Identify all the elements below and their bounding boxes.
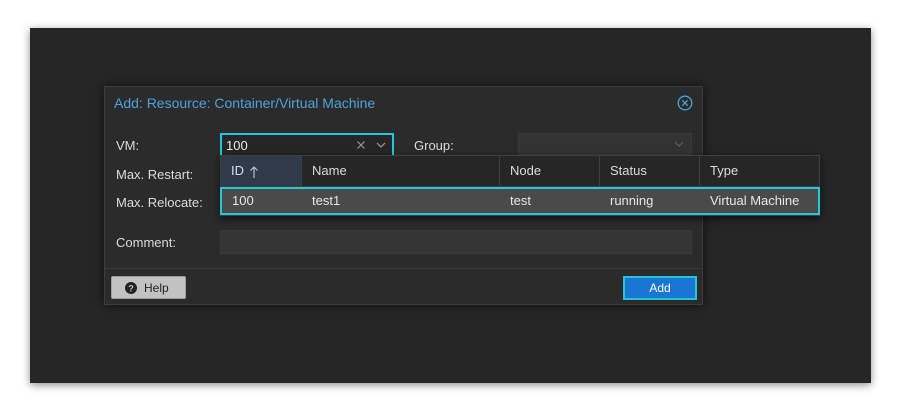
clear-icon[interactable] [354, 138, 368, 152]
footer-divider [105, 268, 702, 269]
group-label: Group: [414, 138, 454, 153]
column-header-status[interactable]: Status [600, 156, 700, 186]
column-header-id[interactable]: ID [221, 156, 302, 186]
vm-input[interactable] [226, 136, 346, 154]
help-button[interactable]: ? Help [111, 276, 186, 299]
vm-combobox[interactable] [220, 133, 394, 157]
vm-picker-grid: ID Name Node Status Type 100 test1 test … [220, 155, 820, 216]
vm-label: VM: [116, 138, 140, 153]
help-label: Help [144, 281, 169, 295]
comment-label: Comment: [116, 235, 176, 250]
svg-text:?: ? [128, 283, 134, 293]
sort-ascending-icon [250, 165, 258, 178]
max-restart-label: Max. Restart: [116, 167, 194, 182]
close-icon[interactable] [677, 95, 693, 111]
grid-header: ID Name Node Status Type [221, 156, 819, 187]
comment-input[interactable] [220, 230, 692, 254]
column-header-type[interactable]: Type [700, 156, 819, 186]
cell-node: test [510, 193, 531, 208]
dialog-header: Add: Resource: Container/Virtual Machine [105, 87, 702, 119]
question-circle-icon: ? [125, 282, 137, 294]
cell-type: Virtual Machine [710, 193, 800, 208]
max-relocate-label: Max. Relocate: [116, 195, 203, 210]
dialog-title: Add: Resource: Container/Virtual Machine [114, 95, 376, 111]
cell-status: running [610, 193, 654, 208]
cell-name: test1 [312, 193, 341, 208]
column-header-name[interactable]: Name [302, 156, 500, 186]
chevron-down-icon[interactable] [672, 137, 686, 151]
add-button[interactable]: Add [623, 276, 697, 300]
chevron-down-icon[interactable] [374, 138, 388, 152]
cell-id: 100 [232, 193, 254, 208]
column-header-node[interactable]: Node [500, 156, 600, 186]
table-row[interactable]: 100 test1 test running Virtual Machine [220, 187, 820, 215]
group-combobox[interactable] [518, 133, 692, 155]
